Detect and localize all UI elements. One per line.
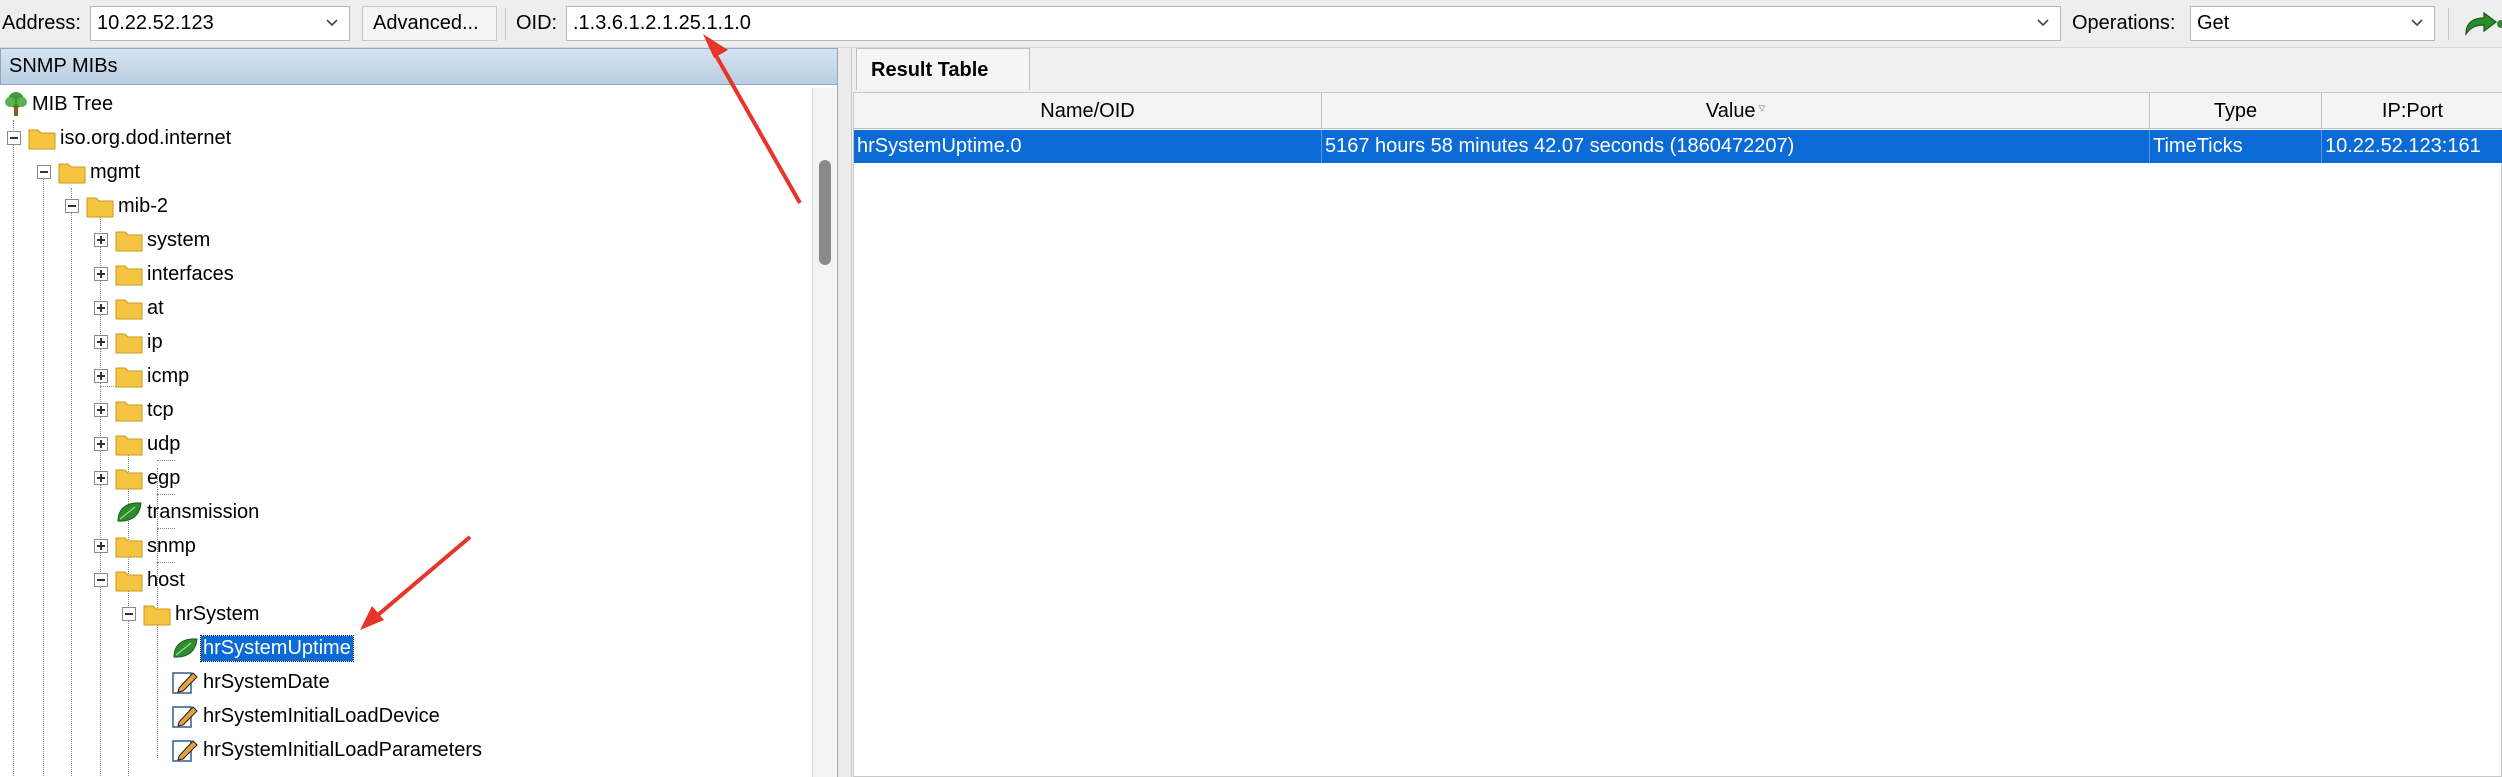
tree-node-label: udp xyxy=(147,433,181,455)
table-row[interactable]: hrSystemUptime.0 5167 hours 58 minutes 4… xyxy=(854,130,2502,163)
tree-node-label: MIB Tree xyxy=(32,93,114,115)
folder-icon xyxy=(115,265,143,286)
mib-tree[interactable]: MIB Tree iso.org.dod.internet mgmt mib-2… xyxy=(0,88,812,777)
operations-value: Get xyxy=(2197,12,2230,34)
tree-node-label-selected: hrSystemUptime xyxy=(200,635,354,662)
cell-value: 5167 hours 58 minutes 42.07 seconds (186… xyxy=(1322,130,2150,163)
tree-icon xyxy=(5,92,27,116)
collapse-toggle[interactable] xyxy=(7,131,21,145)
tree-node-label: mib-2 xyxy=(118,195,169,217)
folder-icon xyxy=(115,435,143,456)
tree-node-label: hrSystemDate xyxy=(203,671,330,693)
toolbar: Address: 10.22.52.123 Advanced... OID: .… xyxy=(0,0,2502,48)
folder-icon xyxy=(58,163,86,184)
go-arrow-icon[interactable] xyxy=(2462,10,2502,38)
column-header-name-oid[interactable]: Name/OID xyxy=(854,93,1322,129)
chevron-down-icon[interactable] xyxy=(323,14,341,32)
split-pane-divider[interactable] xyxy=(838,48,852,777)
expand-toggle[interactable] xyxy=(94,267,108,281)
oid-label: OID: xyxy=(516,12,558,34)
cell-type: TimeTicks xyxy=(2150,130,2322,163)
chevron-down-icon[interactable] xyxy=(2034,14,2052,32)
tree-node-label: at xyxy=(147,297,164,319)
collapse-toggle[interactable] xyxy=(94,573,108,587)
expand-toggle[interactable] xyxy=(94,233,108,247)
tree-node-label: interfaces xyxy=(147,263,234,285)
expand-toggle[interactable] xyxy=(94,369,108,383)
address-label: Address: xyxy=(2,12,81,34)
folder-icon xyxy=(28,129,56,150)
tree-node-label: system xyxy=(147,229,211,251)
tab-result-table[interactable]: Result Table xyxy=(856,48,1030,90)
result-table: Name/OID Value ▿ Type IP:Port hrSystemUpt… xyxy=(853,92,2502,777)
folder-icon xyxy=(143,605,171,626)
folder-icon xyxy=(115,333,143,354)
tree-node-label: hrSystemInitialLoadParameters xyxy=(203,739,483,761)
folder-icon xyxy=(115,571,143,592)
operations-select[interactable]: Get xyxy=(2190,6,2435,41)
writable-icon xyxy=(172,706,198,728)
tree-node-label: tcp xyxy=(147,399,174,421)
tree-scrollbar-thumb[interactable] xyxy=(819,160,831,265)
toolbar-separator xyxy=(2448,8,2449,40)
tree-node-label: iso.org.dod.internet xyxy=(60,127,232,149)
expand-toggle[interactable] xyxy=(94,403,108,417)
tree-node-label: mgmt xyxy=(90,161,140,183)
result-table-header: Name/OID Value ▿ Type IP:Port xyxy=(854,93,2502,129)
tree-node-label: hrSystem xyxy=(175,603,260,625)
address-combobox[interactable]: 10.22.52.123 xyxy=(90,6,350,41)
tree-node-label: icmp xyxy=(147,365,190,387)
leaf-icon xyxy=(117,502,142,522)
tree-node-label: host xyxy=(147,569,185,591)
oid-combobox[interactable]: .1.3.6.1.2.1.25.1.1.0 xyxy=(566,6,2061,41)
expand-toggle[interactable] xyxy=(94,471,108,485)
cell-ip-port: 10.22.52.123:161 xyxy=(2325,135,2481,157)
sort-indicator-icon: ▿ xyxy=(1758,100,1766,115)
tree-node-label: snmp xyxy=(147,535,196,557)
toolbar-separator xyxy=(505,8,506,40)
advanced-button[interactable]: Advanced... xyxy=(362,6,497,41)
writable-icon xyxy=(172,672,198,694)
expand-toggle[interactable] xyxy=(94,539,108,553)
mib-panel: SNMP MIBs MIB Tree iso.org.dod.internet xyxy=(0,48,838,777)
column-header-type[interactable]: Type xyxy=(2150,93,2322,129)
cell-name-oid: hrSystemUptime.0 xyxy=(854,130,1322,163)
collapse-toggle[interactable] xyxy=(37,165,51,179)
leaf-icon xyxy=(173,638,198,658)
tree-node-label: hrSystemInitialLoadDevice xyxy=(203,705,440,727)
folder-icon xyxy=(115,299,143,320)
operations-label: Operations: xyxy=(2072,12,2176,34)
collapse-toggle[interactable] xyxy=(122,607,136,621)
folder-icon xyxy=(115,367,143,388)
oid-value: .1.3.6.1.2.1.25.1.1.0 xyxy=(573,12,751,34)
address-value: 10.22.52.123 xyxy=(97,12,214,34)
expand-toggle[interactable] xyxy=(94,301,108,315)
folder-icon xyxy=(115,401,143,422)
column-header-ip-port[interactable]: IP:Port xyxy=(2322,93,2502,129)
folder-icon xyxy=(115,231,143,252)
writable-icon xyxy=(172,740,198,762)
column-header-value[interactable]: Value ▿ xyxy=(1322,93,2150,129)
mib-panel-header: SNMP MIBs xyxy=(0,48,838,85)
folder-icon xyxy=(86,197,114,218)
expand-toggle[interactable] xyxy=(94,437,108,451)
tree-node-label: transmission xyxy=(147,501,260,523)
tree-node-label: ip xyxy=(147,331,163,353)
collapse-toggle[interactable] xyxy=(65,199,79,213)
tree-scrollbar[interactable] xyxy=(812,88,836,777)
expand-toggle[interactable] xyxy=(94,335,108,349)
tree-node-label: egp xyxy=(147,467,181,489)
chevron-down-icon[interactable] xyxy=(2408,14,2426,32)
result-panel: Result Table Name/OID Value ▿ Type IP:Por… xyxy=(852,48,2502,777)
folder-icon xyxy=(115,469,143,490)
folder-icon xyxy=(115,537,143,558)
